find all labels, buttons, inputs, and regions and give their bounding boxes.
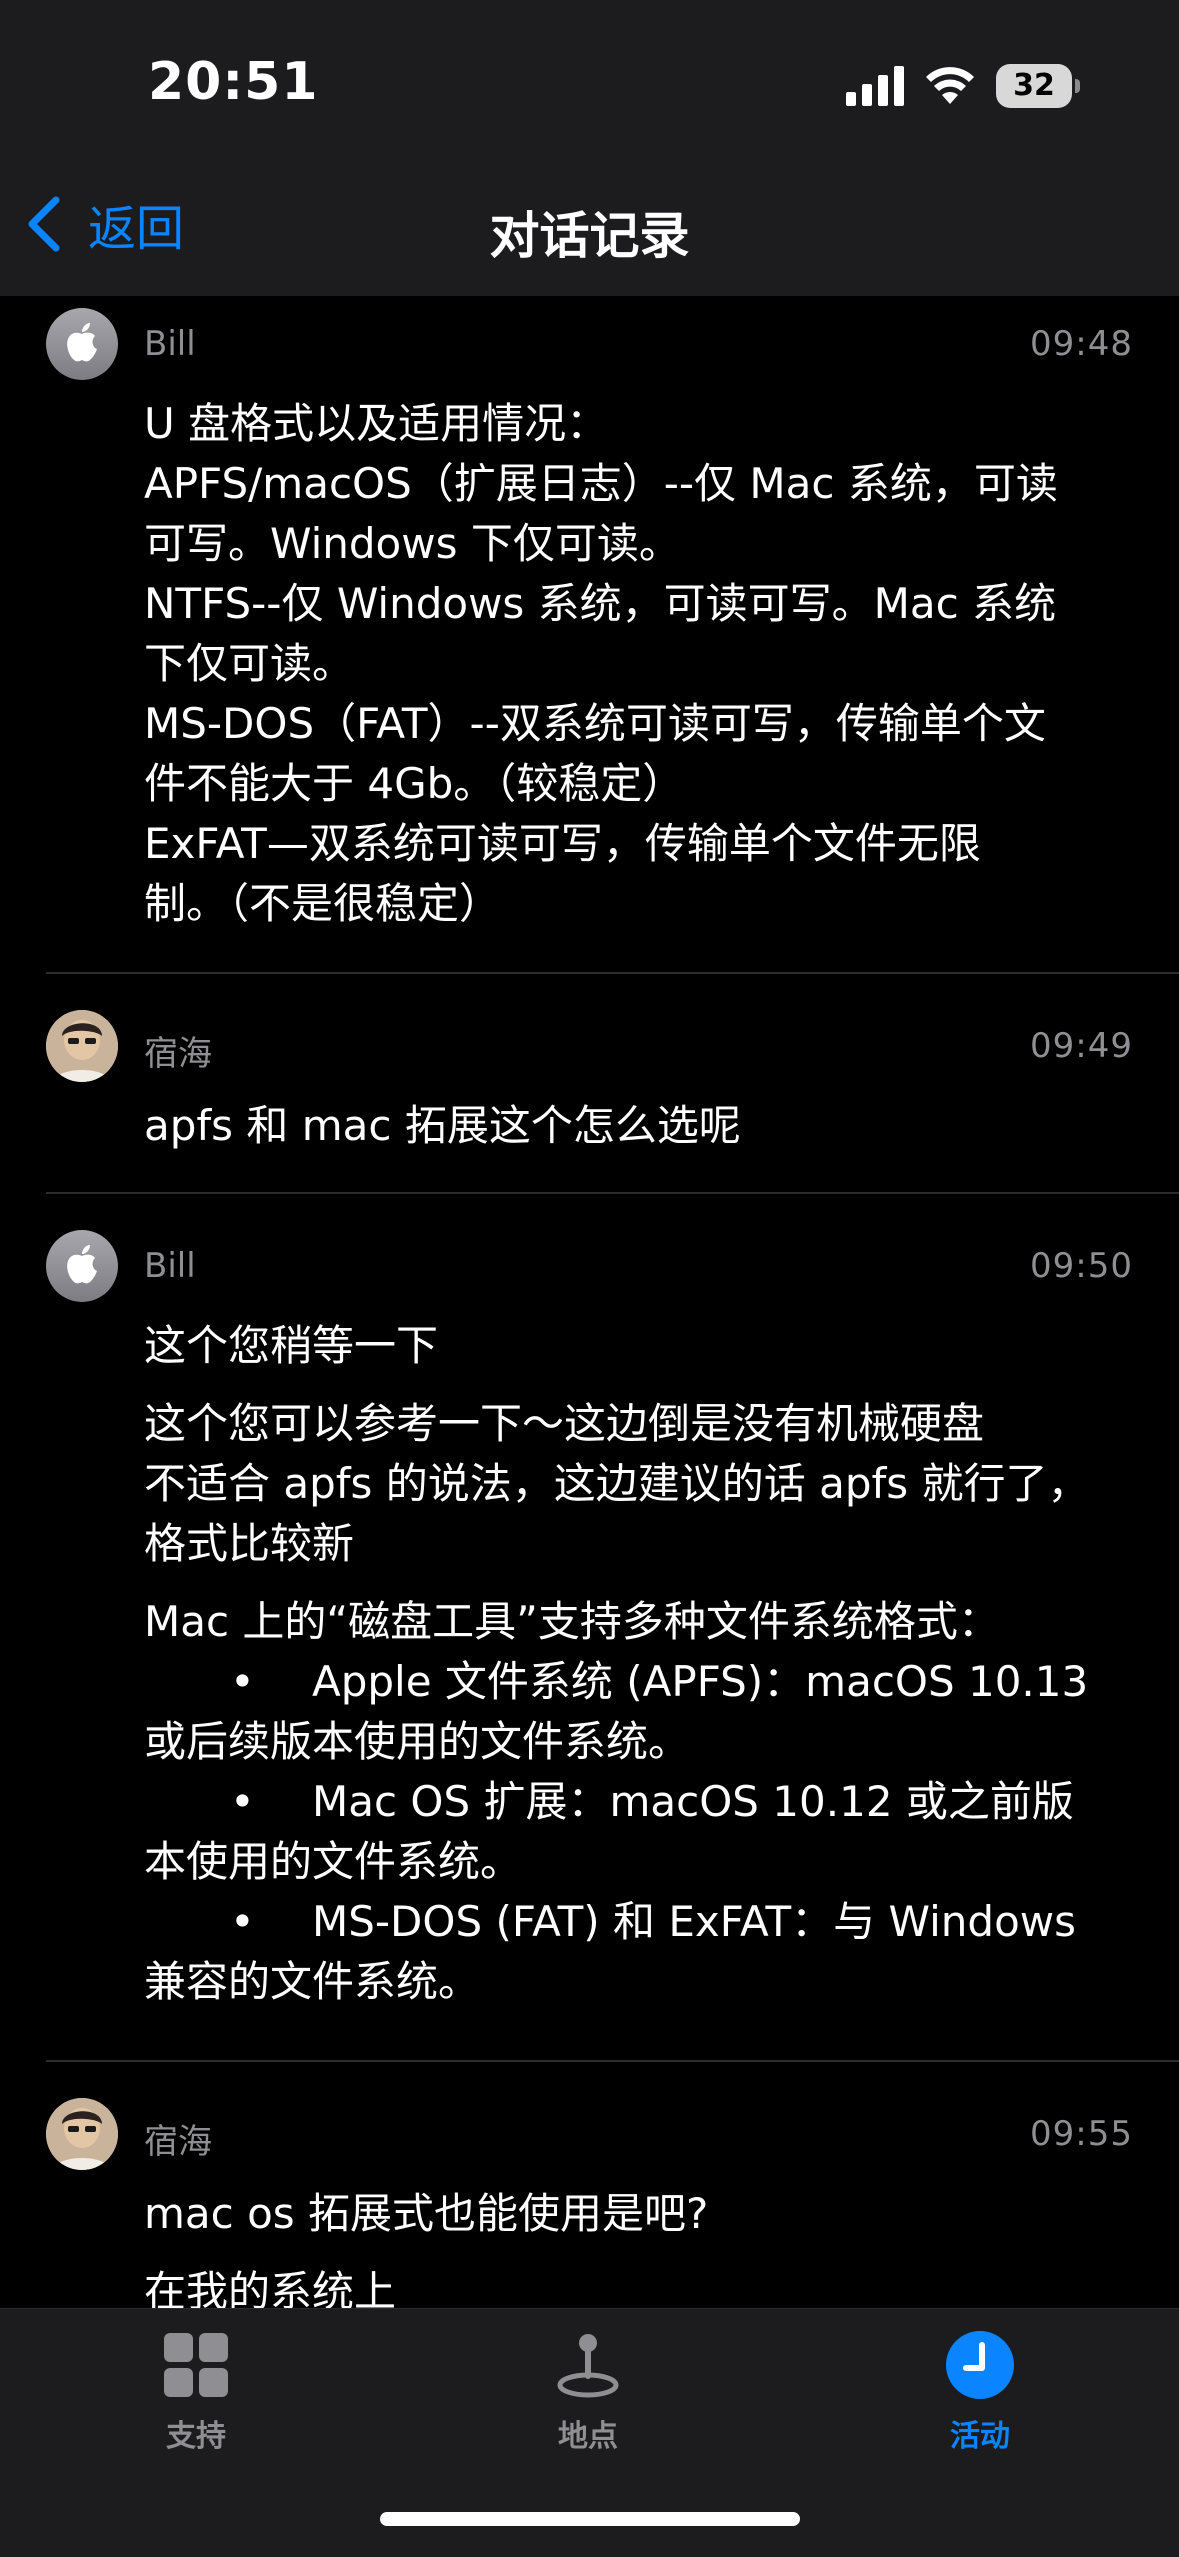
wifi-icon bbox=[926, 67, 974, 104]
user-avatar bbox=[46, 1010, 118, 1082]
message-item: 宿海 09:49 apfs 和 mac 拓展这个怎么选呢 bbox=[46, 1010, 1133, 1156]
tab-activity[interactable]: 活动 bbox=[880, 2329, 1080, 2479]
sender-name: 宿海 bbox=[144, 1034, 212, 1074]
apple-icon bbox=[46, 308, 118, 380]
page-title: 对话记录 bbox=[489, 207, 690, 265]
home-indicator[interactable] bbox=[380, 2512, 800, 2526]
message-line: 下仅可读。 bbox=[144, 639, 355, 688]
tab-label: 支持 bbox=[166, 2419, 226, 2454]
status-time: 20:51 bbox=[148, 52, 319, 112]
message-text: U 盘格式以及适用情况： APFS/macOS（扩展日志）--仅 Mac 系统，… bbox=[144, 394, 1133, 934]
battery-level: 32 bbox=[1013, 68, 1055, 103]
user-avatar bbox=[46, 2098, 118, 2170]
message-line: ExFAT—双系统可读可写，传输单个文件无限 bbox=[144, 819, 981, 868]
status-bar: 20:51 32 bbox=[0, 0, 1179, 150]
message-text: apfs 和 mac 拓展这个怎么选呢 bbox=[144, 1096, 1133, 1156]
message-time: 09:48 bbox=[1030, 324, 1133, 364]
conversation-list[interactable]: Bill 09:48 U 盘格式以及适用情况： APFS/macOS（扩展日志）… bbox=[0, 296, 1179, 2308]
bullet-item: • Apple 文件系统 (APFS)：macOS 10.13 bbox=[144, 1652, 1133, 1712]
bullet-item: • MS-DOS (FAT) 和 ExFAT：与 Windows bbox=[144, 1892, 1133, 1952]
message-line: 或后续版本使用的文件系统。 bbox=[144, 1717, 691, 1766]
message-time: 09:49 bbox=[1030, 1026, 1133, 1066]
bullet-item: • Mac OS 扩展：macOS 10.12 或之前版 bbox=[144, 1772, 1133, 1832]
divider bbox=[46, 1192, 1179, 1194]
message-time: 09:50 bbox=[1030, 1246, 1133, 1286]
message-text: 这个您稍等一下 这个您可以参考一下～这边倒是没有机械硬盘 不适合 apfs 的说… bbox=[144, 1316, 1133, 2012]
message-line: 制。（不是很稳定） bbox=[144, 879, 502, 928]
divider bbox=[46, 972, 1179, 974]
message-line: APFS/macOS（扩展日志）--仅 Mac 系统，可读 bbox=[144, 459, 1058, 508]
navigation-bar: 返回 对话记录 bbox=[0, 150, 1179, 296]
tab-location[interactable]: 地点 bbox=[488, 2329, 688, 2479]
message-line: 兼容的文件系统。 bbox=[144, 1957, 481, 2006]
message-line: 格式比较新 bbox=[144, 1519, 355, 1568]
message-time: 09:55 bbox=[1030, 2114, 1133, 2154]
message-line: 可写。Windows 下仅可读。 bbox=[144, 519, 681, 568]
tab-label: 地点 bbox=[558, 2419, 618, 2454]
bullet-icon: • bbox=[230, 1897, 255, 1946]
message-line: mac os 拓展式也能使用是吧? bbox=[144, 2189, 709, 2238]
location-pin-icon bbox=[557, 2334, 619, 2398]
message-line: 不适合 apfs 的说法，这边建议的话 apfs 就行了， bbox=[144, 1459, 1090, 1508]
tab-label: 活动 bbox=[950, 2419, 1010, 2454]
message-line: 这个您可以参考一下～这边倒是没有机械硬盘 bbox=[144, 1399, 985, 1448]
cellular-signal-icon bbox=[846, 66, 904, 106]
message-line: MS-DOS（FAT）--双系统可读可写，传输单个文 bbox=[144, 699, 1046, 748]
grid-icon bbox=[164, 2333, 228, 2397]
battery-icon: 32 bbox=[996, 64, 1080, 108]
message-line: Mac 上的“磁盘工具”支持多种文件系统格式： bbox=[144, 1597, 1000, 1646]
sender-name: Bill bbox=[144, 1246, 196, 1286]
message-line: 在我的系统上 bbox=[144, 2267, 397, 2308]
divider bbox=[46, 2060, 1179, 2062]
message-line: apfs 和 mac 拓展这个怎么选呢 bbox=[144, 1101, 741, 1150]
sender-name: Bill bbox=[144, 324, 196, 364]
tab-support[interactable]: 支持 bbox=[96, 2329, 296, 2479]
message-item: 宿海 09:55 mac os 拓展式也能使用是吧? 在我的系统上 bbox=[46, 2098, 1133, 2308]
bullet-icon: • bbox=[230, 1657, 255, 1706]
message-line: 件不能大于 4Gb。（较稳定） bbox=[144, 759, 685, 808]
message-text: mac os 拓展式也能使用是吧? 在我的系统上 bbox=[144, 2184, 1133, 2308]
clock-icon bbox=[946, 2331, 1014, 2399]
message-line: NTFS--仅 Windows 系统，可读可写。Mac 系统 bbox=[144, 579, 1057, 628]
message-line: 这个您稍等一下 bbox=[144, 1321, 439, 1370]
apple-icon bbox=[46, 1230, 118, 1302]
sender-name: 宿海 bbox=[144, 2122, 212, 2162]
message-item: Bill 09:50 这个您稍等一下 这个您可以参考一下～这边倒是没有机械硬盘 … bbox=[46, 1230, 1133, 2030]
message-line: 本使用的文件系统。 bbox=[144, 1837, 523, 1886]
message-item: Bill 09:48 U 盘格式以及适用情况： APFS/macOS（扩展日志）… bbox=[46, 308, 1133, 934]
message-line: U 盘格式以及适用情况： bbox=[144, 399, 609, 448]
bullet-icon: • bbox=[230, 1777, 255, 1826]
